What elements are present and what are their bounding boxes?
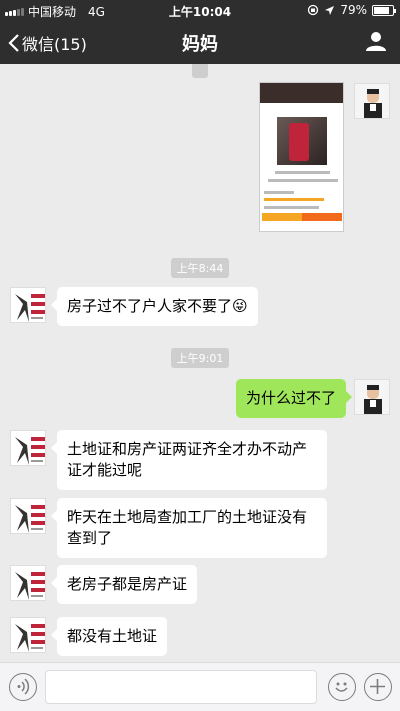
voice-icon [17, 678, 30, 695]
nav-bar: 微信(15) 妈妈 [0, 20, 400, 64]
message-bubble-incoming[interactable]: 老房子都是房产证 [50, 565, 198, 604]
status-bar: 中国移动 4G 上午10:04 79% [0, 0, 400, 20]
timestamp: 上午9:01 [170, 348, 230, 368]
emoji-icon [335, 682, 348, 692]
location-icon [325, 5, 335, 15]
battery-icon [372, 4, 396, 16]
person-icon [366, 32, 386, 51]
emoji-button[interactable] [328, 673, 356, 701]
my-avatar[interactable] [354, 379, 390, 415]
voice-button[interactable] [9, 673, 37, 701]
battery-percent: 79% [340, 3, 367, 17]
profile-button[interactable] [365, 30, 387, 56]
message-bubble-outgoing[interactable]: 为什么过不了 [236, 379, 353, 418]
shared-image[interactable] [259, 82, 344, 232]
contact-avatar[interactable] [10, 287, 46, 323]
product-photo [277, 117, 327, 165]
input-bar [0, 662, 400, 711]
contact-avatar[interactable] [10, 565, 46, 601]
chat-area[interactable]: 上午8:44 房子过不了户人家不要了😜 上午9:01 为什么过不了 土地证和房产… [0, 64, 400, 662]
message-bubble-incoming[interactable]: 都没有土地证 [50, 617, 168, 656]
message-bubble-incoming[interactable]: 土地证和房产证两证齐全才办不动产证才能过呢 [51, 430, 327, 490]
chat-title: 妈妈 [182, 34, 218, 55]
timestamp-partial [0, 64, 400, 78]
more-button[interactable] [364, 673, 392, 701]
contact-avatar[interactable] [10, 617, 46, 653]
message-input[interactable] [45, 670, 317, 704]
plus-icon [370, 679, 385, 694]
timestamp: 上午8:44 [170, 258, 230, 278]
message-bubble-incoming[interactable]: 房子过不了户人家不要了😜 [51, 287, 258, 326]
contact-avatar[interactable] [10, 498, 46, 534]
my-avatar[interactable] [354, 83, 390, 119]
message-bubble-incoming[interactable]: 昨天在土地局查加工厂的土地证没有查到了 [51, 498, 327, 558]
lock-rotation-icon [308, 4, 319, 16]
contact-avatar[interactable] [10, 430, 46, 466]
